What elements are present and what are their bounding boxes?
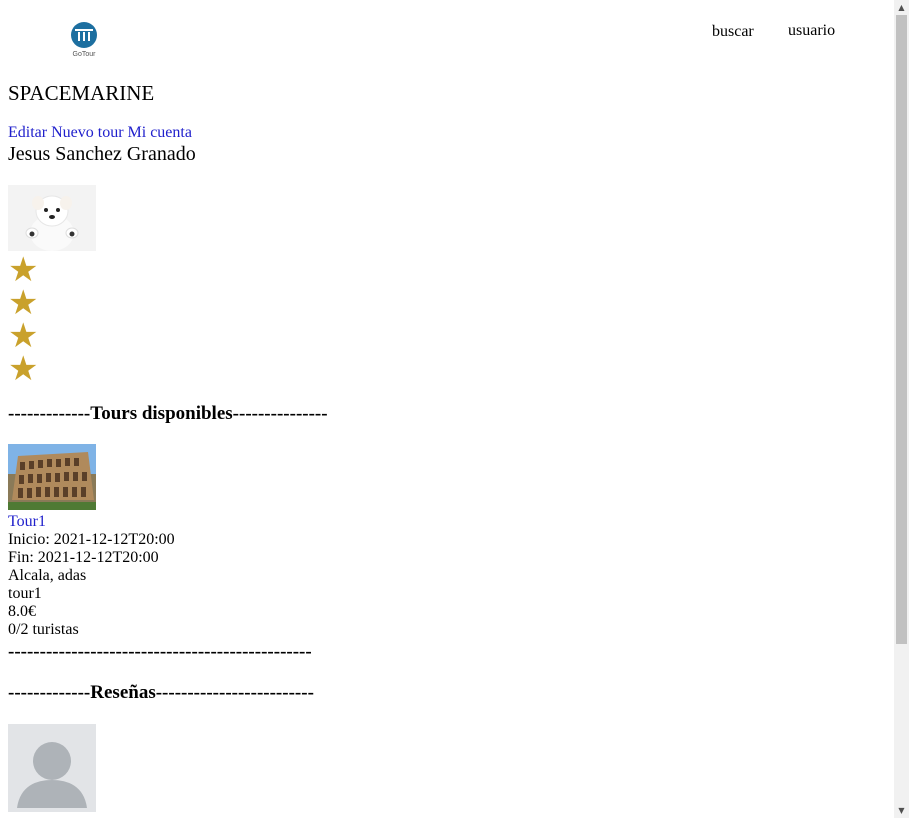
tour-separator: ----------------------------------------…: [8, 641, 312, 662]
gotour-logo[interactable]: GoTour: [69, 22, 99, 60]
review-avatar: [8, 724, 96, 812]
rating-stars: ★ ★ ★ ★: [8, 253, 39, 389]
dog-photo-icon: [8, 185, 96, 251]
tour-price: 8.0€: [8, 603, 36, 620]
tour-location: Alcala, adas: [8, 567, 87, 584]
star-icon: ★: [8, 349, 39, 389]
tours-heading-suffix: ---------------: [232, 403, 328, 424]
scroll-up-arrow-icon[interactable]: ▲: [894, 0, 909, 15]
profile-photo: [8, 185, 96, 251]
vertical-scrollbar[interactable]: ▲ ▼: [894, 0, 909, 818]
tour-fin: Fin: 2021-12-12T20:00: [8, 549, 159, 566]
nuevo-tour-link[interactable]: Nuevo tour: [51, 124, 123, 141]
tour-card: Tour1 Inicio: 2021-12-12T20:00 Fin: 2021…: [8, 513, 175, 639]
tours-section-heading: -------------Tours disponibles----------…: [8, 403, 328, 425]
nav-usuario-link[interactable]: usuario: [788, 22, 835, 40]
owner-name: Jesus Sanchez Granado: [8, 143, 196, 165]
resenas-heading-label: Reseñas: [90, 682, 156, 703]
logo-icon: [71, 22, 97, 48]
scrollbar-thumb[interactable]: [896, 15, 907, 644]
tour-inicio: Inicio: 2021-12-12T20:00: [8, 531, 175, 548]
page-title: SPACEMARINE: [8, 81, 155, 105]
tours-heading-prefix: -------------: [8, 403, 91, 424]
resenas-heading-suffix: -------------------------: [155, 682, 314, 703]
resenas-heading-prefix: -------------: [8, 682, 91, 703]
tour-description: tour1: [8, 585, 42, 602]
tours-heading-label: Tours disponibles: [90, 403, 233, 424]
editar-link[interactable]: Editar: [8, 124, 47, 141]
nav-buscar-link[interactable]: buscar: [712, 23, 754, 41]
user-placeholder-icon: [8, 724, 96, 812]
action-links: Editar Nuevo tour Mi cuenta: [8, 124, 192, 142]
tour-photo[interactable]: [8, 444, 96, 510]
logo-text: GoTour: [72, 51, 96, 58]
scroll-down-arrow-icon[interactable]: ▼: [894, 803, 909, 818]
resenas-section-heading: -------------Reseñas--------------------…: [8, 682, 314, 704]
tour-name-link[interactable]: Tour1: [8, 513, 46, 530]
tour-turistas: 0/2 turistas: [8, 621, 79, 638]
page: GoTour buscar usuario SPACEMARINE Editar…: [0, 0, 894, 818]
mi-cuenta-link[interactable]: Mi cuenta: [128, 124, 192, 141]
colosseum-photo-icon: [8, 444, 96, 510]
